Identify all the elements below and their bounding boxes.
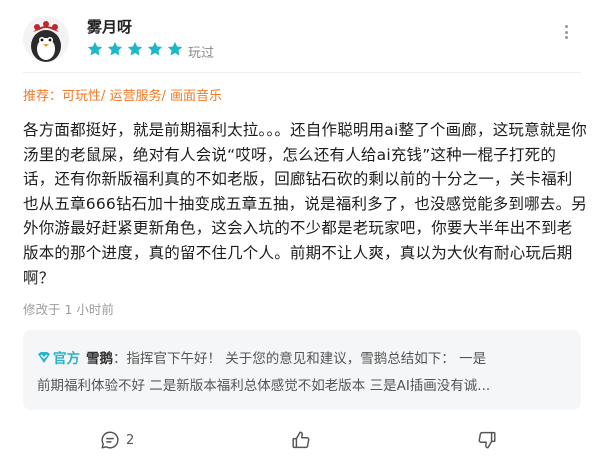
rating-stars [86, 40, 184, 60]
penguin-avatar-icon [23, 16, 69, 62]
dislike-button[interactable] [476, 425, 498, 455]
recommend-tags: 推荐：可玩性/ 运营服务/ 画面音乐 [23, 89, 223, 104]
action-bar: 2 [0, 425, 605, 455]
official-badge-icon [38, 352, 50, 363]
official-badge-label: 官方 [53, 351, 80, 367]
reply-text-1: ：指挥官下午好！ 关于您的意见和建议，雪鹅总结如下： 一是 [113, 351, 487, 367]
official-reply[interactable]: 官方 雪鹅：指挥官下午好！ 关于您的意见和建议，雪鹅总结如下： 一是 前期福利体验… [23, 330, 581, 410]
thumbs-up-icon [292, 431, 310, 449]
comment-count: 2 [126, 432, 135, 448]
official-reply-line-1: 官方 雪鹅：指挥官下午好！ 关于您的意见和建议，雪鹅总结如下： 一是 [37, 346, 567, 373]
more-options-icon[interactable] [560, 22, 572, 42]
star-icon [146, 40, 164, 58]
header-divider [23, 72, 581, 73]
like-button[interactable] [290, 425, 312, 455]
comment-button[interactable]: 2 [99, 425, 134, 455]
username[interactable]: 雾月呀 [87, 16, 132, 37]
reply-author: 雪鹅 [86, 351, 113, 367]
thumbs-down-icon [478, 431, 496, 449]
star-icon [106, 40, 124, 58]
comment-icon [101, 431, 119, 449]
review-body: 各方面都挺好，就是前期福利太拉。。。还自作聪明用ai整了个画廊，这玩意就是你汤里… [23, 121, 587, 287]
reply-text-2: 前期福利体验不好 二是新版本福利总体感觉不如老版本 三是AI插画没有诚... [37, 378, 491, 394]
star-icon [126, 40, 144, 58]
star-icon [86, 40, 104, 58]
review-card: 雾月呀 玩过 推荐：可玩性/ 运营服务/ 画面音乐 各方面都挺好，就是前期福利太… [0, 0, 605, 468]
played-label: 玩过 [188, 46, 215, 61]
edited-timestamp: 修改于 1 小时前 [23, 302, 114, 317]
star-icon [166, 40, 184, 58]
user-avatar[interactable] [23, 16, 69, 62]
